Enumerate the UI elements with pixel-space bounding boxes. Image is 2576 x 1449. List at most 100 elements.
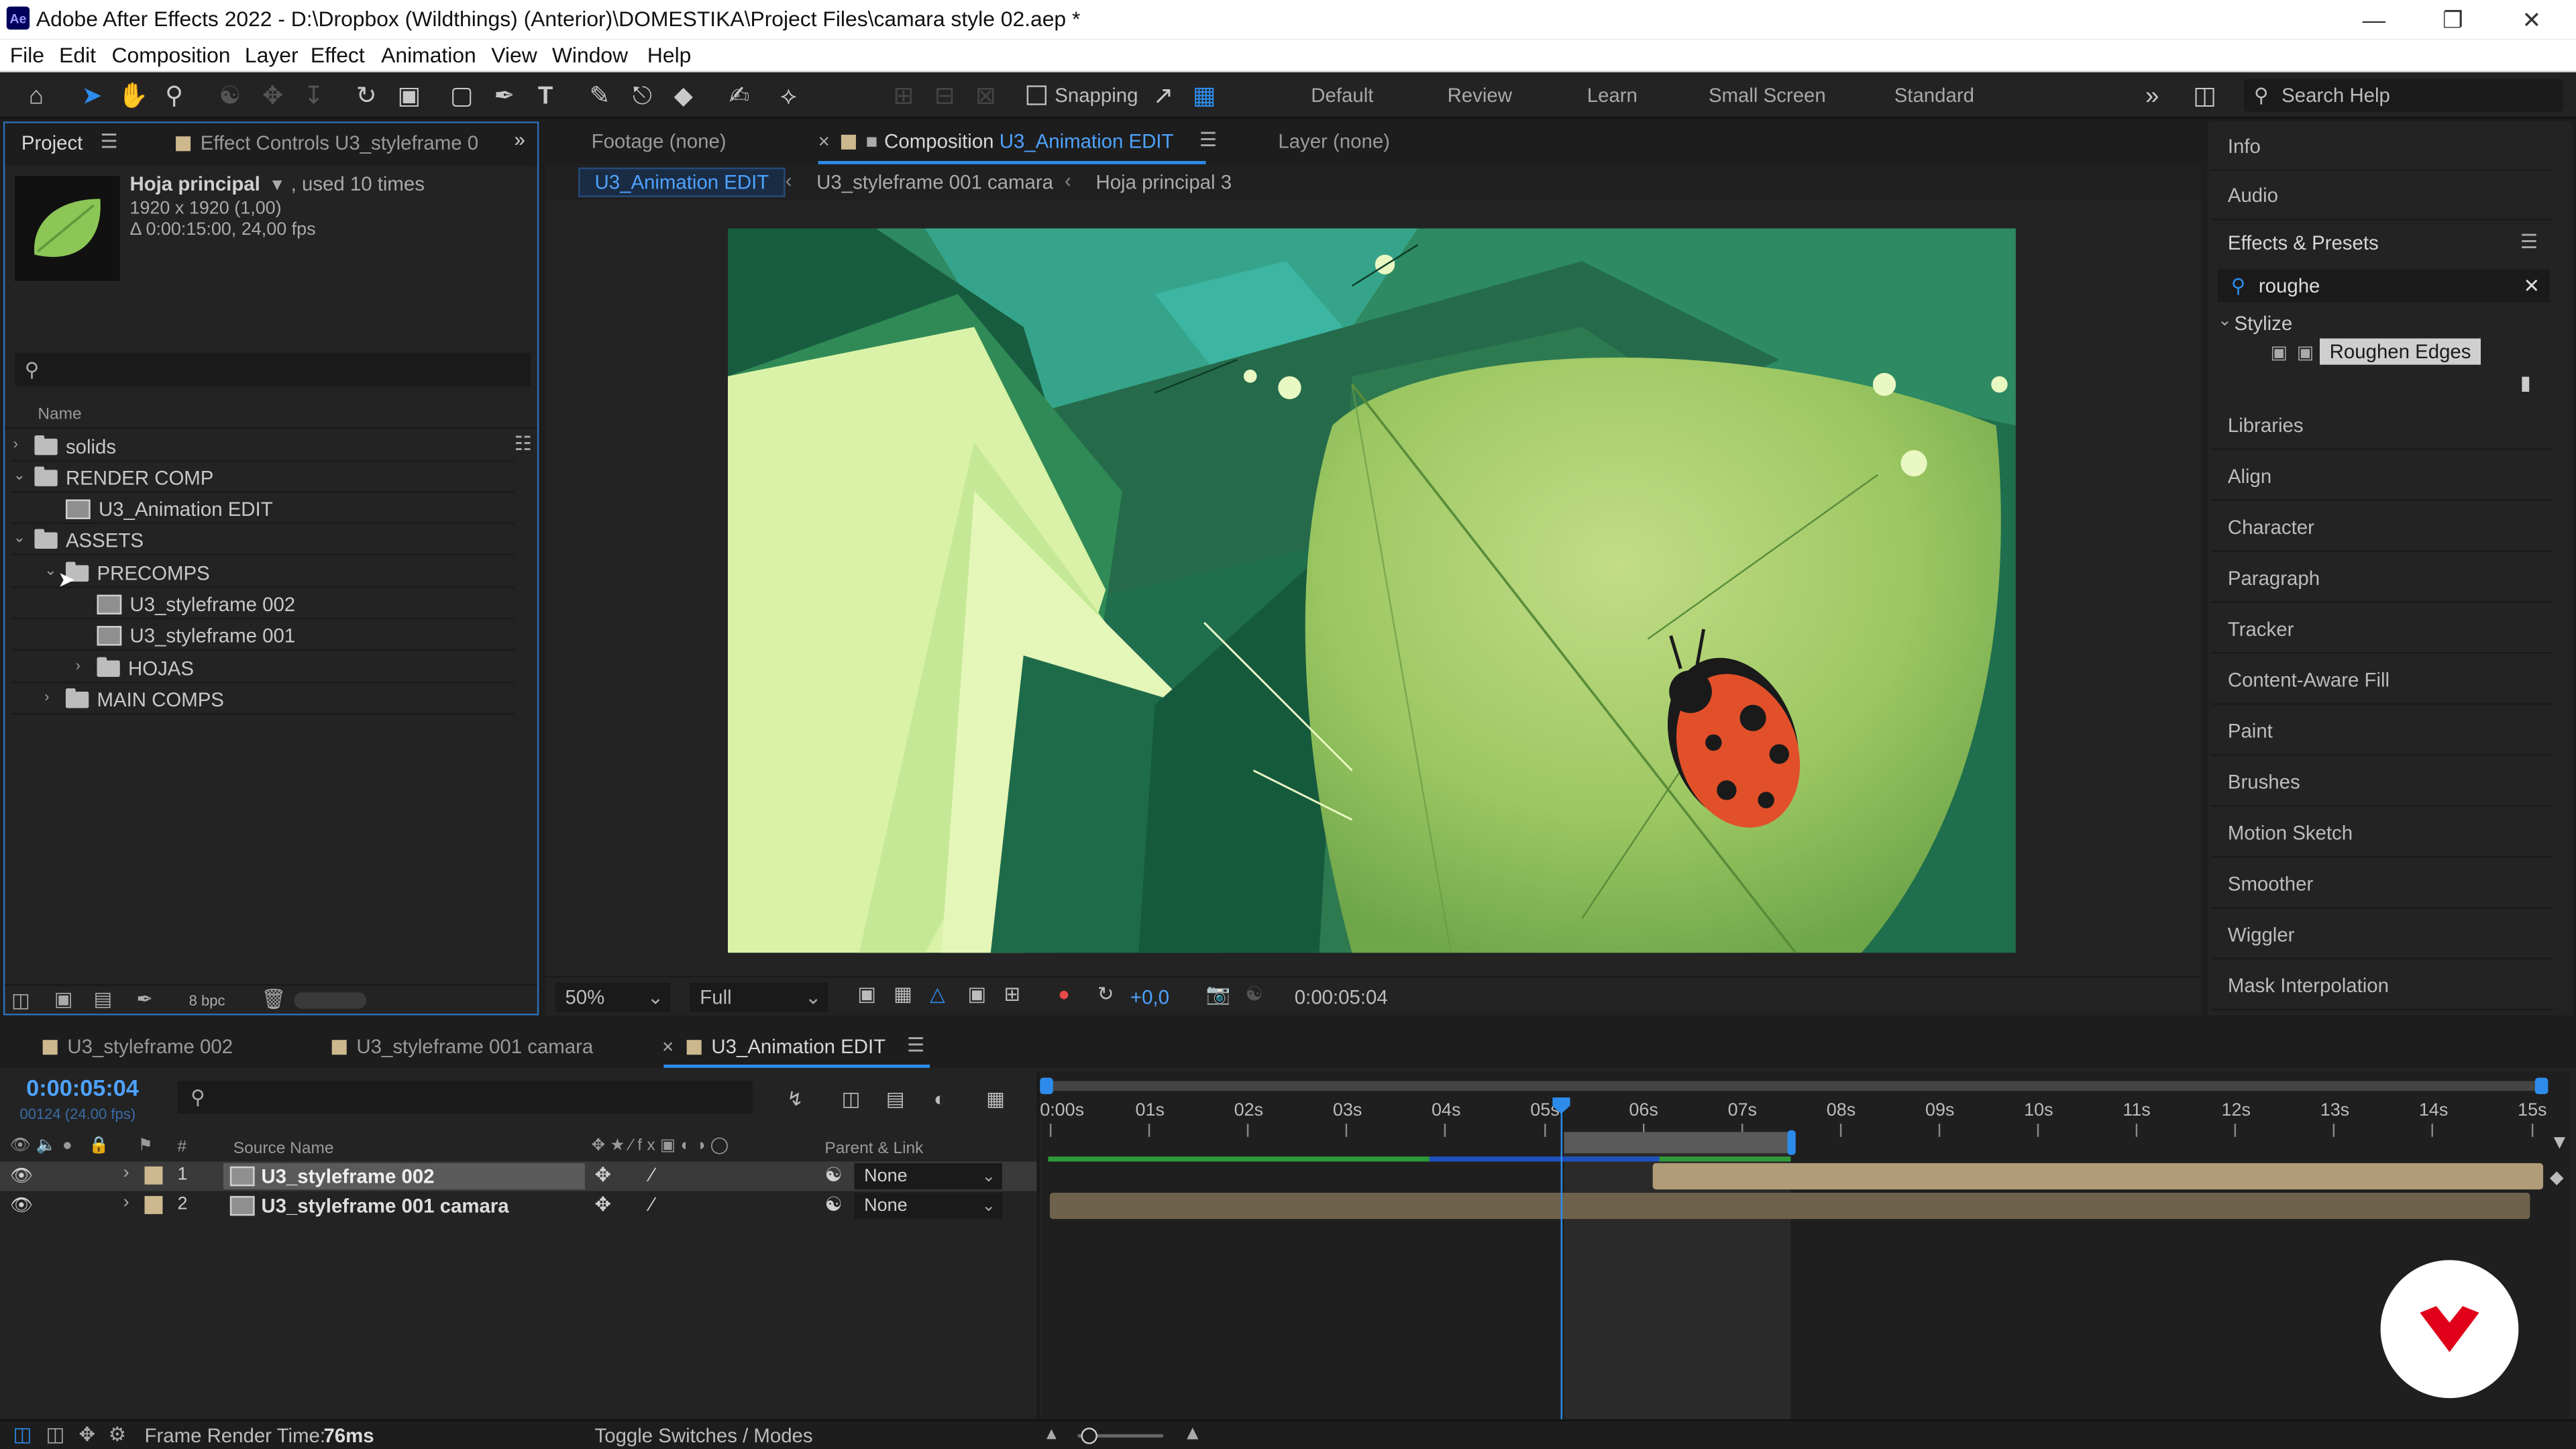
category-stylize[interactable]: Stylize (2235, 312, 2293, 335)
composition-canvas[interactable] (727, 228, 2016, 953)
roto-brush-tool-icon[interactable]: ✍ (723, 79, 756, 112)
layer-duration-bar[interactable] (1049, 1192, 2530, 1220)
panel-overflow-icon[interactable]: » (515, 128, 525, 151)
show-snapshot-icon[interactable]: ☯ (1245, 983, 1263, 1006)
menu-view[interactable]: View (491, 43, 537, 68)
type-tool-icon[interactable]: T (529, 79, 562, 112)
quality-switch-icon[interactable]: ∕ (651, 1193, 654, 1216)
chevron-right-icon[interactable]: › (76, 657, 80, 674)
chevron-down-icon[interactable]: ⌄ (2218, 312, 2232, 330)
playhead[interactable] (1552, 1097, 1570, 1419)
panel-paragraph[interactable]: Paragraph (2211, 553, 2553, 603)
layer-row[interactable]: 👁 › 1 U3_styleframe 002 ✥ ∕ ☯ None ⌄ (0, 1161, 1038, 1191)
workspace-learn[interactable]: Learn (1587, 84, 1638, 107)
pickwhip-icon[interactable]: ☯ (824, 1193, 842, 1216)
tab-timeline-styleframe-002[interactable]: U3_styleframe 002 (42, 1035, 233, 1058)
close-window-button[interactable]: ✕ (2507, 3, 2556, 36)
time-navigator[interactable] (1040, 1077, 2548, 1095)
navigator-end-handle[interactable] (2534, 1077, 2548, 1095)
panel-smoother[interactable]: Smoother (2211, 859, 2553, 909)
tab-timeline-styleframe-001[interactable]: U3_styleframe 001 camara (331, 1035, 593, 1058)
layer-duration-bar[interactable] (1652, 1163, 2544, 1190)
reset-exposure-icon[interactable]: ↻ (1097, 983, 1114, 1006)
eye-icon[interactable]: 👁 (10, 1137, 31, 1155)
frame-blending-icon[interactable]: ◐ (926, 1086, 953, 1112)
tab-footage[interactable]: Footage (none) (592, 129, 727, 152)
layer-name[interactable]: U3_styleframe 002 (261, 1165, 434, 1187)
pan-behind-tool-icon[interactable]: ▣ (392, 79, 425, 112)
minimize-button[interactable]: — (2349, 3, 2398, 36)
tree-row-u3-styleframe-001[interactable]: U3_styleframe 001 (11, 619, 515, 651)
selection-tool-icon[interactable]: ➤ (76, 79, 109, 112)
panel-tracker[interactable]: Tracker (2211, 604, 2553, 654)
eraser-tool-icon[interactable]: ◆ (667, 79, 700, 112)
panel-info[interactable]: Info (2211, 121, 2553, 171)
close-tab-icon[interactable]: × (662, 1035, 674, 1058)
menu-file[interactable]: File (10, 43, 44, 68)
tab-composition[interactable]: ■ Composition U3_Animation EDIT (841, 129, 1173, 153)
chevron-down-icon[interactable]: ⌄ (44, 562, 56, 580)
puppet-tool-icon[interactable]: ⟡ (772, 79, 805, 112)
panel-menu-icon[interactable]: ☰ (100, 129, 117, 152)
tab-project[interactable]: Project (21, 131, 83, 154)
parent-select[interactable]: None ⌄ (854, 1192, 1002, 1220)
tab-effect-controls[interactable]: Effect Controls U3_styleframe 0 (176, 131, 478, 154)
chevron-down-icon[interactable]: ⌄ (13, 529, 25, 547)
effects-search-input[interactable]: ⚲ roughe ✕ (2218, 269, 2550, 303)
snapping-checkbox[interactable]: Snapping (1026, 84, 1138, 107)
menu-effect[interactable]: Effect (311, 43, 365, 68)
bit-depth-button[interactable]: 8 bpc (189, 992, 225, 1008)
new-folder-icon[interactable]: ▣ (54, 987, 73, 1010)
close-tab-icon[interactable]: × (818, 129, 830, 152)
snap-grid-icon[interactable]: ▦ (1188, 79, 1221, 112)
brush-tool-icon[interactable]: ✎ (583, 79, 616, 112)
tree-row-render-comp[interactable]: ⌄ RENDER COMP (11, 462, 515, 493)
workspace-small-screen[interactable]: Small Screen (1709, 84, 1826, 107)
breadcrumb-item-hoja-principal[interactable]: Hoja principal 3 (1095, 171, 1232, 194)
pan-tool-icon[interactable]: ✥ (256, 79, 289, 112)
orbit-tool-icon[interactable]: ☯ (213, 79, 246, 112)
solo-icon[interactable]: ● (62, 1137, 72, 1155)
dolly-tool-icon[interactable]: ↧ (297, 79, 330, 112)
navigator-start-handle[interactable] (1040, 1077, 1053, 1095)
panel-character[interactable]: Character (2211, 502, 2553, 552)
audio-icon[interactable]: 🔈 (36, 1137, 56, 1155)
workspace-switch-icon[interactable]: ◫ (2188, 79, 2221, 112)
layer-label-swatch[interactable] (144, 1195, 163, 1214)
menu-animation[interactable]: Animation (381, 43, 476, 68)
project-search-input[interactable]: ⚲ (15, 353, 531, 386)
flowchart-icon[interactable]: ☷ (515, 432, 532, 455)
axis-view-icon[interactable]: ⊠ (969, 79, 1002, 112)
collapse-transformations-icon[interactable]: ✥ (595, 1193, 612, 1216)
thumbnail-slider[interactable] (294, 992, 367, 1009)
workspace-standard[interactable]: Standard (1894, 84, 1974, 107)
tree-row-hojas[interactable]: › HOJAS (11, 652, 515, 684)
panel-content-aware-fill[interactable]: Content-Aware Fill (2211, 655, 2553, 705)
quality-switch-icon[interactable]: ∕ (651, 1163, 654, 1186)
clear-search-icon[interactable]: ✕ (2524, 274, 2540, 297)
effects-panel-menu-icon[interactable]: ☰ (2520, 230, 2538, 253)
panel-motion-sketch[interactable]: Motion Sketch (2211, 808, 2553, 858)
viewer-timecode[interactable]: 0:00:05:04 (1295, 985, 1388, 1008)
chevron-down-icon[interactable]: ▾ (272, 172, 282, 195)
pen-tool-icon[interactable]: ✒ (488, 79, 521, 112)
menu-composition[interactable]: Composition (112, 43, 231, 68)
new-composition-icon[interactable]: ▤ (94, 987, 113, 1010)
panel-audio[interactable]: Audio (2211, 170, 2553, 221)
layer-row[interactable]: 👁 › 2 U3_styleframe 001 camara ✥ ∕ ☯ Non… (0, 1191, 1038, 1221)
column-source-name[interactable]: Source Name (233, 1140, 334, 1159)
effects-presets-title[interactable]: Effects & Presets (2228, 231, 2379, 254)
hand-tool-icon[interactable]: ✋ (117, 79, 150, 112)
composition-mini-flowchart-icon[interactable]: ↯ (782, 1086, 808, 1112)
visibility-eye-icon[interactable]: 👁 (10, 1165, 33, 1186)
tree-row-main-comps[interactable]: › MAIN COMPS (11, 684, 515, 715)
color-channels-icon[interactable]: ● (1058, 983, 1070, 1006)
breadcrumb-item-styleframe-001[interactable]: U3_styleframe 001 camara (816, 171, 1053, 194)
menu-window[interactable]: Window (552, 43, 628, 68)
region-of-interest-icon[interactable]: ▣ (857, 983, 876, 1006)
comp-end-marker-icon[interactable]: ▼ (2550, 1130, 2569, 1153)
interpret-footage-icon[interactable]: ◫ (11, 989, 30, 1012)
toggle-switches-modes-button[interactable]: Toggle Switches / Modes (595, 1424, 813, 1447)
motion-blur-icon[interactable]: ▦ (983, 1086, 1009, 1112)
trash-icon[interactable]: 🗑 (261, 987, 286, 1010)
